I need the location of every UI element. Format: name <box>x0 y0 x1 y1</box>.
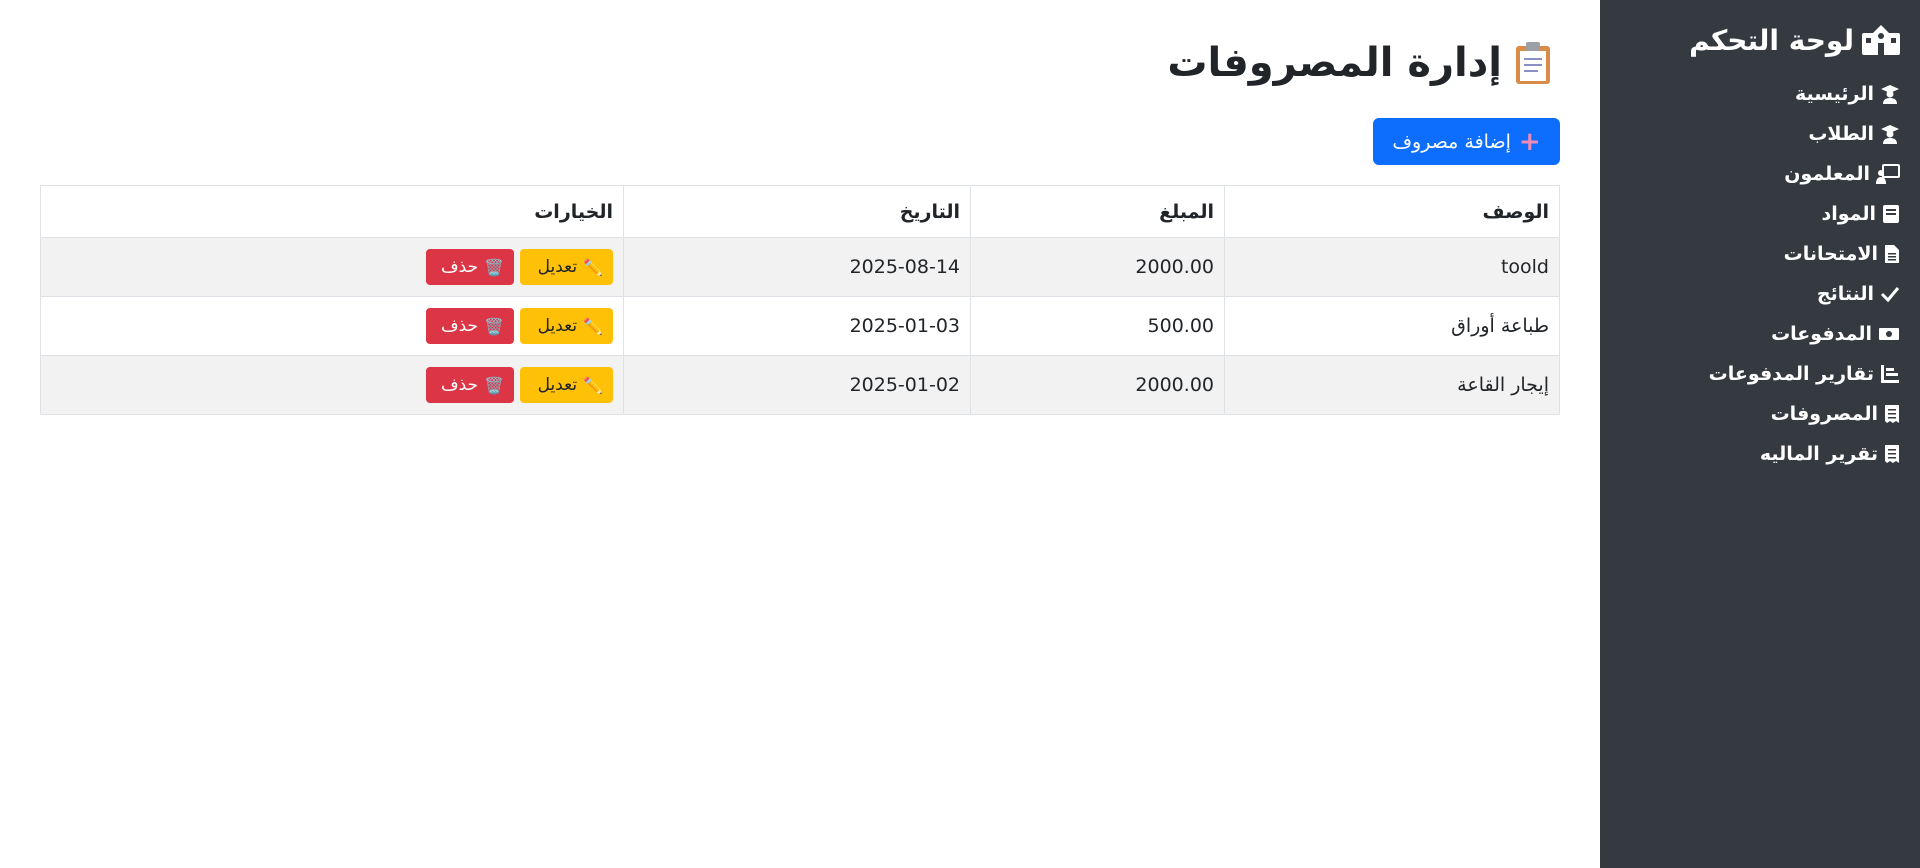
sidebar-item-label: الرئيسية <box>1795 83 1874 105</box>
receipt-icon <box>1884 404 1900 424</box>
graduate-icon <box>1880 84 1900 104</box>
table-header-row: الوصف المبلغ التاريخ الخيارات <box>40 185 1560 238</box>
cell-options: ✏️ تعديل 🗑️ حذف <box>40 296 624 356</box>
sidebar-item-label: المصروفات <box>1770 403 1878 425</box>
sidebar-item-exams[interactable]: الامتحانات <box>1620 234 1900 274</box>
column-header-description: الوصف <box>1224 185 1560 238</box>
delete-label: حذف <box>441 257 479 277</box>
cell-description: toold <box>1224 237 1560 297</box>
pencil-icon: ✏️ <box>583 316 603 336</box>
delete-button[interactable]: 🗑️ حذف <box>426 367 514 403</box>
graduate-icon <box>1880 124 1900 144</box>
table-row: toold 2000.00 2025-08-14 ✏️ تعديل 🗑️ حذف <box>40 237 1560 297</box>
sidebar-item-label: الطلاب <box>1808 123 1874 145</box>
money-icon <box>1878 325 1900 343</box>
edit-label: تعديل <box>537 257 578 277</box>
trash-icon: 🗑️ <box>484 375 504 395</box>
sidebar: لوحة التحكم الرئيسية الطلاب المعلمون الم… <box>1600 0 1920 868</box>
page-title: إدارة المصروفات <box>40 40 1560 86</box>
column-header-date: التاريخ <box>623 185 971 238</box>
sidebar-item-label: تقارير المدفوعات <box>1708 363 1874 385</box>
trash-icon: 🗑️ <box>484 316 504 336</box>
pencil-icon: ✏️ <box>583 375 603 395</box>
sidebar-item-payments[interactable]: المدفوعات <box>1620 314 1900 354</box>
receipt-icon <box>1884 444 1900 464</box>
delete-label: حذف <box>441 375 479 395</box>
sidebar-item-results[interactable]: النتائج <box>1620 274 1900 314</box>
sidebar-item-label: النتائج <box>1816 283 1874 305</box>
report-icon <box>1880 364 1900 384</box>
column-header-amount: المبلغ <box>970 185 1225 238</box>
cell-description: طباعة أوراق <box>1224 296 1560 356</box>
sidebar-item-label: تقرير الماليه <box>1759 443 1878 465</box>
plus-icon: + <box>1518 126 1541 157</box>
teacher-board-icon <box>1876 164 1900 184</box>
trash-icon: 🗑️ <box>484 257 504 277</box>
sidebar-item-home[interactable]: الرئيسية <box>1620 74 1900 114</box>
sidebar-item-label: المواد <box>1821 203 1876 225</box>
delete-button[interactable]: 🗑️ حذف <box>426 249 514 285</box>
edit-label: تعديل <box>537 316 578 336</box>
cell-options: ✏️ تعديل 🗑️ حذف <box>40 355 624 415</box>
expenses-table: الوصف المبلغ التاريخ الخيارات toold 2000… <box>40 185 1560 415</box>
edit-button[interactable]: ✏️ تعديل <box>520 308 613 344</box>
cell-amount: 2000.00 <box>970 355 1225 415</box>
school-building-icon <box>1862 25 1900 55</box>
add-expense-label: إضافة مصروف <box>1392 130 1511 153</box>
add-expense-button[interactable]: + إضافة مصروف <box>1373 118 1560 165</box>
cell-date: 2025-08-14 <box>623 237 971 297</box>
sidebar-item-expenses[interactable]: المصروفات <box>1620 394 1900 434</box>
cell-date: 2025-01-03 <box>623 296 971 356</box>
sidebar-item-subjects[interactable]: المواد <box>1620 194 1900 234</box>
cell-options: ✏️ تعديل 🗑️ حذف <box>40 237 624 297</box>
sidebar-brand[interactable]: لوحة التحكم <box>1620 18 1900 62</box>
sidebar-item-finance-report[interactable]: تقرير الماليه <box>1620 434 1900 474</box>
table-row: إيجار القاعة 2000.00 2025-01-02 ✏️ تعديل… <box>40 355 1560 415</box>
sidebar-item-students[interactable]: الطلاب <box>1620 114 1900 154</box>
column-header-options: الخيارات <box>40 185 624 238</box>
delete-button[interactable]: 🗑️ حذف <box>426 308 514 344</box>
clipboard-icon <box>1514 41 1552 85</box>
sidebar-item-payment-reports[interactable]: تقارير المدفوعات <box>1620 354 1900 394</box>
edit-button[interactable]: ✏️ تعديل <box>520 249 613 285</box>
sidebar-item-label: المعلمون <box>1784 163 1870 185</box>
pencil-icon: ✏️ <box>583 257 603 277</box>
check-icon <box>1880 284 1900 304</box>
cell-amount: 2000.00 <box>970 237 1225 297</box>
edit-button[interactable]: ✏️ تعديل <box>520 367 613 403</box>
edit-label: تعديل <box>537 375 578 395</box>
file-icon <box>1884 244 1900 264</box>
cell-date: 2025-01-02 <box>623 355 971 415</box>
cell-description: إيجار القاعة <box>1224 355 1560 415</box>
sidebar-item-label: الامتحانات <box>1783 243 1878 265</box>
main-content: إدارة المصروفات + إضافة مصروف الوصف المب… <box>40 0 1560 868</box>
sidebar-item-teachers[interactable]: المعلمون <box>1620 154 1900 194</box>
sidebar-brand-label: لوحة التحكم <box>1689 23 1854 57</box>
sidebar-item-label: المدفوعات <box>1771 323 1872 345</box>
book-icon <box>1882 204 1900 224</box>
table-row: طباعة أوراق 500.00 2025-01-03 ✏️ تعديل 🗑… <box>40 296 1560 356</box>
page-title-text: إدارة المصروفات <box>1167 40 1502 86</box>
delete-label: حذف <box>441 316 479 336</box>
cell-amount: 500.00 <box>970 296 1225 356</box>
